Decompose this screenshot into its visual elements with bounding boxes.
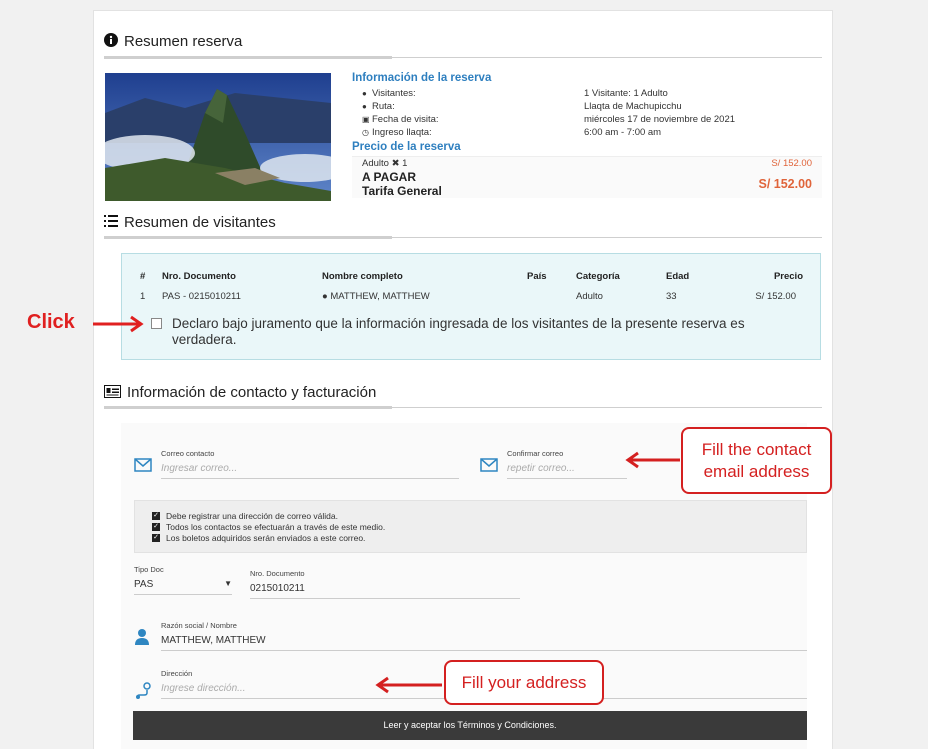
- check-icon: ✓: [152, 522, 160, 531]
- id-card-icon: [104, 384, 121, 401]
- info-icon: [104, 33, 118, 50]
- contact-section-title: Información de contacto y facturación: [104, 384, 376, 401]
- arrow-left-icon: [625, 451, 680, 469]
- check-icon: ✓: [152, 533, 160, 542]
- arrow-left-icon: [375, 676, 442, 694]
- visitors-panel: # Nro. Documento Nombre completo País Ca…: [121, 253, 821, 360]
- chevron-down-icon: ▼: [224, 579, 232, 588]
- user-icon: [135, 629, 149, 645]
- calendar-icon: ▣: [362, 115, 370, 124]
- price-box: Adulto ✖ 1 S/ 152.00 A PAGAR Tarifa Gene…: [352, 156, 822, 198]
- doc-number-field[interactable]: Nro. Documento 0215010211: [250, 569, 520, 599]
- confirm-email-field[interactable]: Confirmar correo repetir correo...: [507, 449, 627, 479]
- visitors-divider: [104, 236, 822, 239]
- info-row-visitors: ● Visitantes: 1 Visitante: 1 Adulto: [362, 88, 668, 99]
- reservation-page: Resumen reserva Información de la reserv…: [93, 10, 833, 749]
- email-notes: ✓ Debe registrar una dirección de correo …: [134, 500, 807, 553]
- click-annotation: Click: [27, 311, 75, 333]
- doc-number-input[interactable]: 0215010211: [250, 583, 520, 594]
- price-header: Precio de la reserva: [352, 141, 461, 153]
- summary-section-title: Resumen reserva: [104, 33, 242, 50]
- arrow-right-icon: [93, 315, 144, 333]
- info-header: Información de la reserva: [352, 72, 492, 84]
- list-icon: [104, 214, 118, 231]
- info-row-entry: ◷ Ingreso llaqta: 6:00 am - 7:00 am: [362, 127, 662, 138]
- doc-type-select[interactable]: Tipo Doc PAS ▼: [134, 565, 232, 595]
- list-item: ✓ Los boletos adquiridos serán enviados a…: [152, 532, 366, 543]
- confirm-email-input[interactable]: repetir correo...: [507, 463, 627, 474]
- email-callout: Fill the contact email address: [681, 427, 832, 494]
- list-item: ✓ Todos los contactos se efectuarán a tra…: [152, 521, 386, 532]
- declaration: Declaro bajo juramento que la informació…: [151, 316, 811, 348]
- list-item: ✓ Debe registrar una dirección de correo …: [152, 510, 338, 521]
- email-icon: [480, 458, 498, 472]
- summary-title: Resumen reserva: [124, 33, 243, 50]
- declaration-text: Declaro bajo juramento que la informació…: [172, 316, 745, 347]
- to-pay: A PAGAR Tarifa General S/ 152.00: [362, 170, 812, 198]
- check-icon: ✓: [152, 511, 160, 520]
- visitors-title: Resumen de visitantes: [124, 214, 276, 231]
- info-row-route: ● Ruta: Llaqta de Machupicchu: [362, 101, 682, 112]
- summary-divider: [104, 56, 822, 59]
- users-icon: ●: [362, 89, 367, 98]
- declaration-checkbox[interactable]: [151, 318, 162, 329]
- address-callout: Fill your address: [444, 660, 604, 705]
- contact-divider: [104, 406, 822, 409]
- business-name-input[interactable]: MATTHEW, MATTHEW: [161, 635, 807, 646]
- reservation-info: Información de la reserva ● Visitantes: 1…: [352, 72, 822, 198]
- total-price: S/ 152.00: [758, 177, 812, 191]
- email-field[interactable]: Correo contacto Ingresar correo...: [161, 449, 459, 479]
- email-input[interactable]: Ingresar correo...: [161, 463, 459, 474]
- machupicchu-photo: [105, 73, 331, 201]
- terms-button[interactable]: Leer y aceptar los Términos y Condicione…: [133, 711, 807, 740]
- visitors-section-title: Resumen de visitantes: [104, 214, 276, 231]
- contact-title: Información de contacto y facturación: [127, 384, 377, 401]
- business-name-field[interactable]: Razón social / Nombre MATTHEW, MATTHEW: [161, 621, 807, 651]
- info-row-date: ▣ Fecha de visita: miércoles 17 de noviem…: [362, 114, 736, 125]
- email-icon: [134, 458, 152, 472]
- route-icon: ●: [362, 102, 367, 111]
- person-icon: ●: [322, 291, 328, 302]
- location-route-icon: [136, 682, 151, 699]
- clock-icon: ◷: [362, 128, 369, 137]
- price-line: Adulto ✖ 1 S/ 152.00: [362, 158, 812, 169]
